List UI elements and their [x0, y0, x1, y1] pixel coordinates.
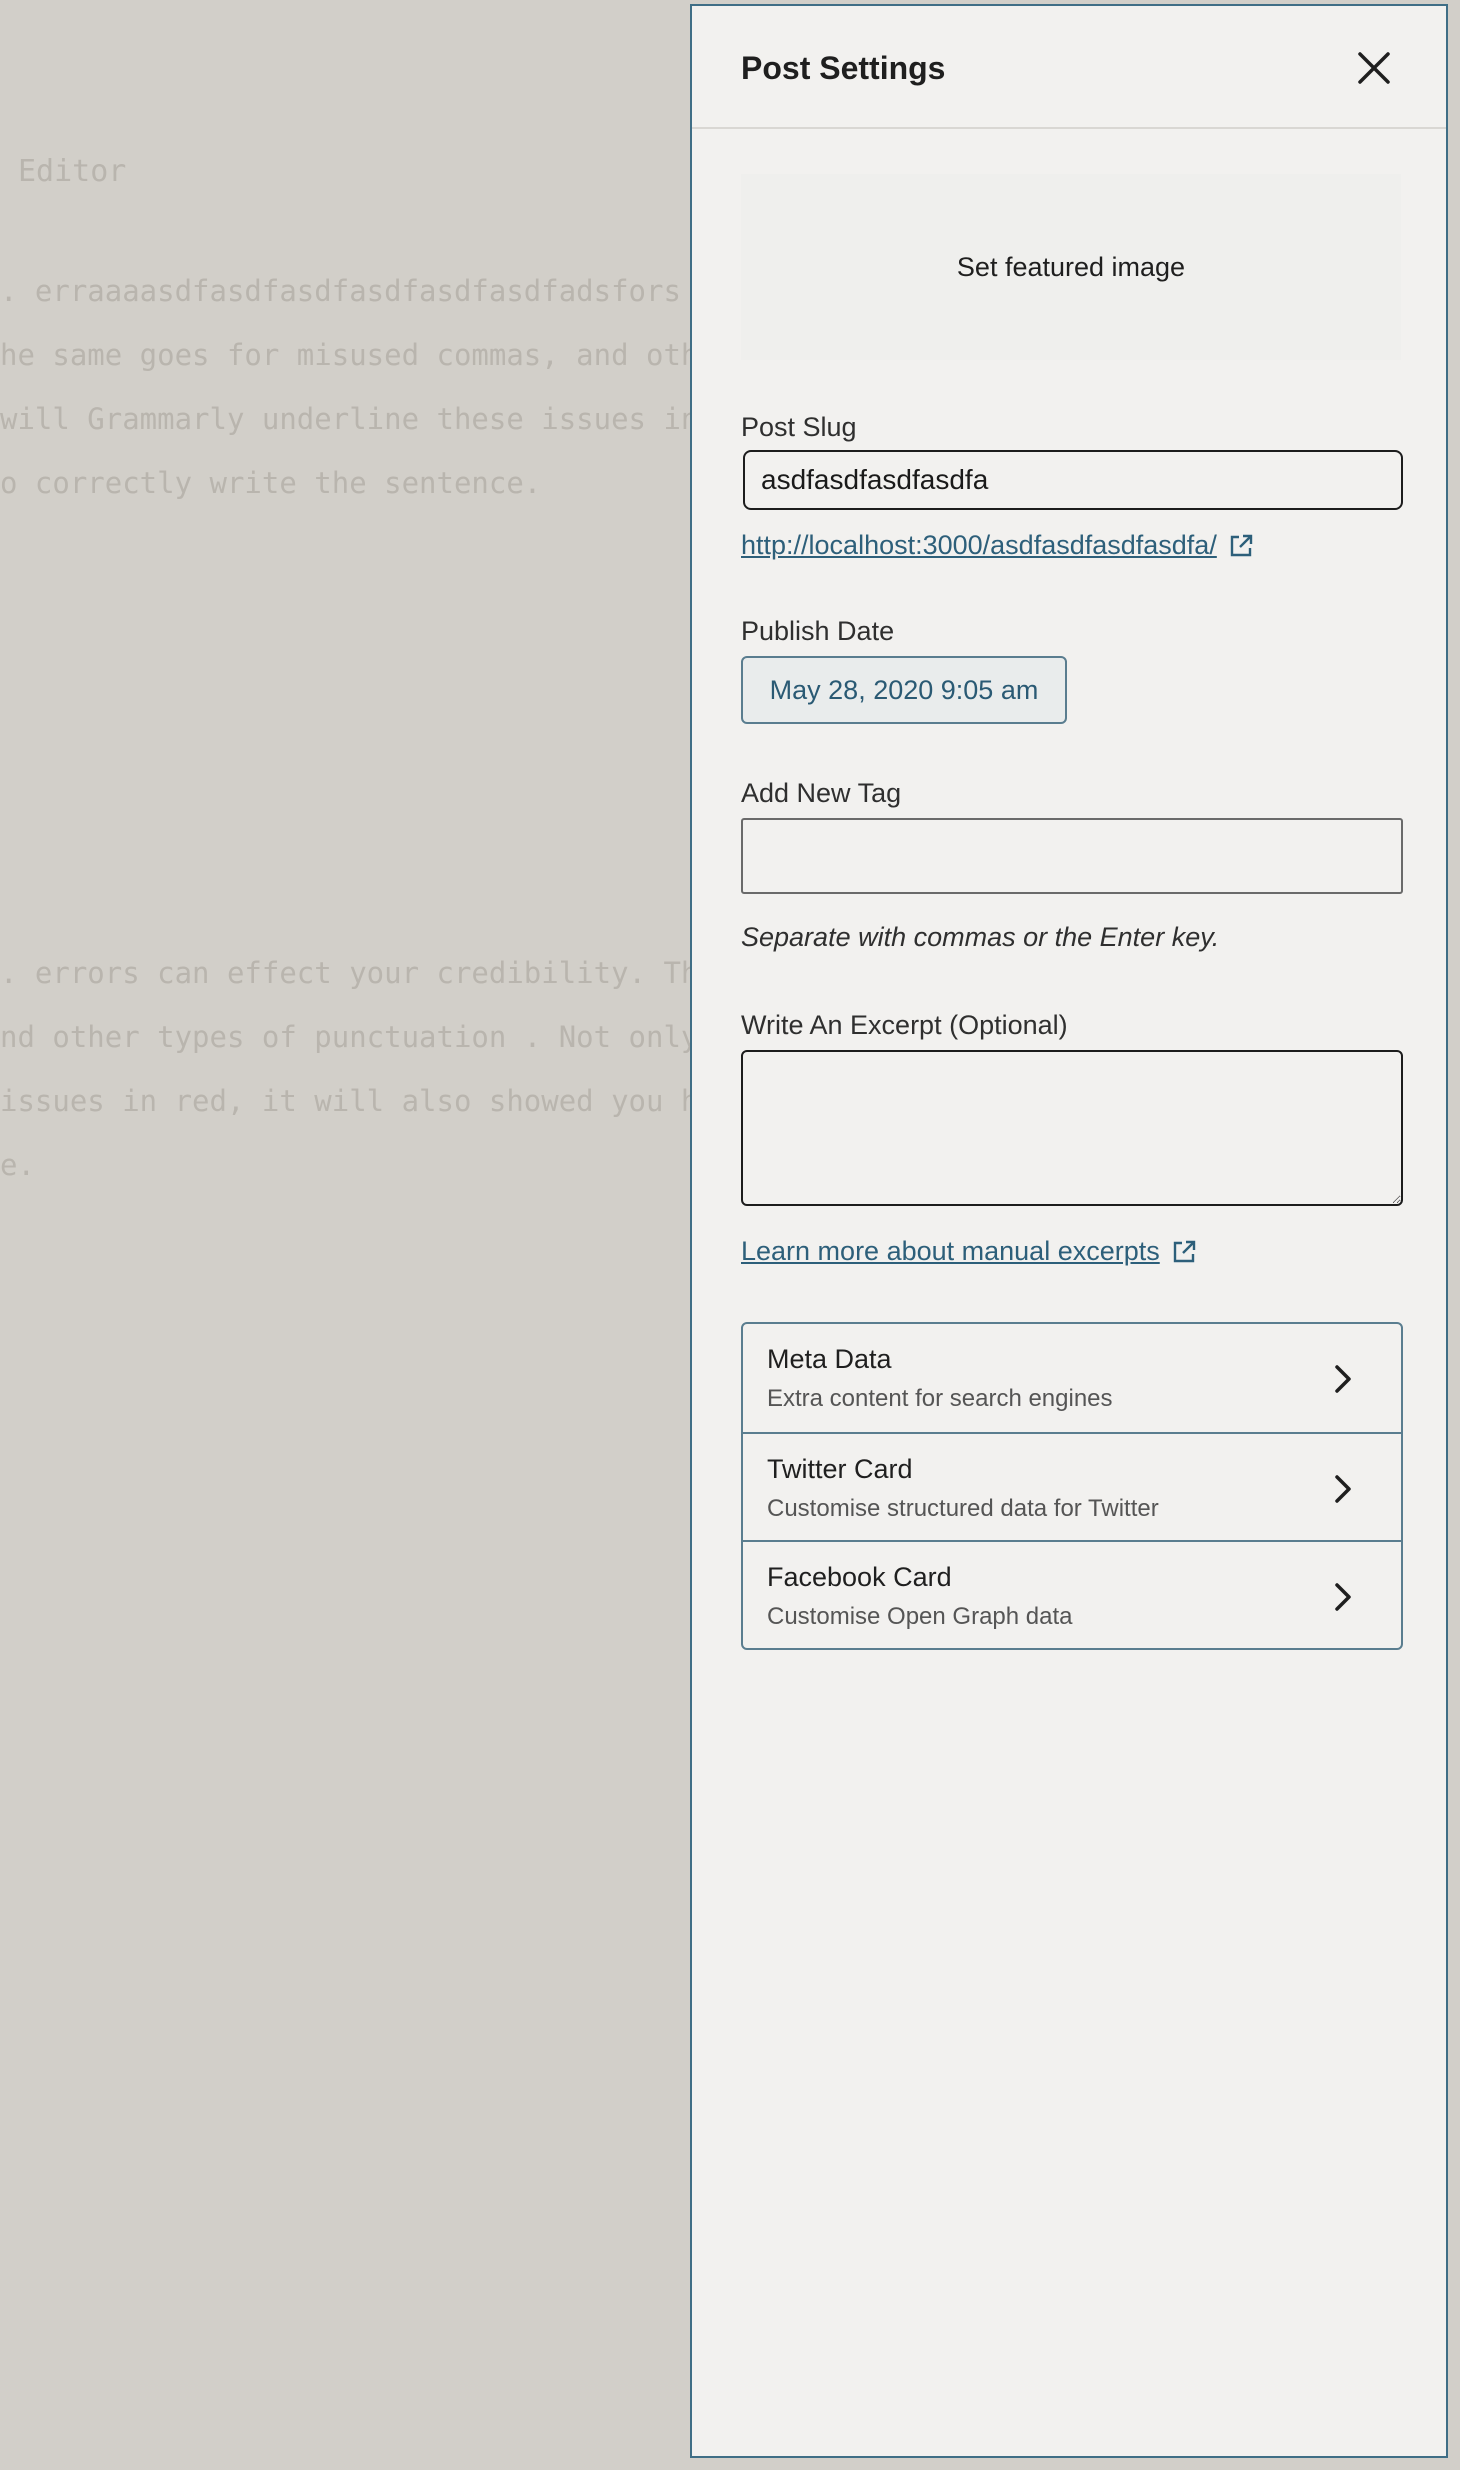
section-subtitle: Customise structured data for Twitter	[767, 1495, 1159, 1522]
post-url-link[interactable]: http://localhost:3000/asdfasdfasdfasdfa/	[741, 530, 1255, 561]
editor-text-line: will Grammarly underline these issues in	[0, 402, 690, 436]
facebook-card-section[interactable]: Facebook Card Customise Open Graph data	[743, 1540, 1401, 1648]
chevron-right-icon	[1335, 1475, 1351, 1503]
publish-date-label: Publish Date	[741, 616, 895, 646]
panel-title: Post Settings	[741, 50, 946, 86]
chevron-right-icon	[1335, 1365, 1351, 1393]
tag-hint: Separate with commas or the Enter key.	[741, 922, 1220, 952]
editor-text-line: he same goes for misused commas, and oth…	[0, 338, 690, 372]
editor-text-line: e.	[0, 1148, 35, 1182]
chevron-right-icon	[1335, 1583, 1351, 1611]
excerpt-textarea[interactable]	[741, 1050, 1403, 1206]
editor-title-fragment: Editor	[18, 154, 127, 189]
close-button[interactable]	[1350, 44, 1398, 92]
add-tag-input[interactable]	[741, 818, 1403, 894]
section-title: Twitter Card	[767, 1454, 913, 1484]
featured-image-label: Set featured image	[956, 251, 1186, 282]
learn-excerpts-link[interactable]: Learn more about manual excerpts	[741, 1236, 1198, 1267]
post-slug-label: Post Slug	[741, 412, 857, 442]
twitter-card-section[interactable]: Twitter Card Customise structured data f…	[743, 1432, 1401, 1540]
editor-text-line: nd other types of punctuation . Not only	[0, 1020, 690, 1054]
learn-excerpts-text: Learn more about manual excerpts	[741, 1236, 1160, 1266]
external-link-icon	[1173, 1240, 1195, 1262]
section-subtitle: Extra content for search engines	[767, 1385, 1113, 1412]
panel-header: Post Settings	[692, 6, 1446, 129]
editor-text-line: issues in red, it will also showed you h…	[0, 1084, 690, 1118]
external-link-icon	[1230, 534, 1253, 556]
editor-screen: Editor . erraaaasdfasdfasdfasdfasdfasdfa…	[0, 0, 1460, 2470]
close-icon	[1358, 52, 1390, 84]
section-title: Facebook Card	[767, 1562, 952, 1592]
editor-text-line: . errors can effect your credibility. Th…	[0, 956, 690, 990]
set-featured-image-button[interactable]: Set featured image	[741, 174, 1401, 360]
excerpt-label: Write An Excerpt (Optional)	[741, 1010, 1068, 1040]
background-editor: Editor . erraaaasdfasdfasdfasdfasdfasdfa…	[0, 0, 690, 2470]
add-tag-label: Add New Tag	[741, 778, 902, 808]
meta-data-section[interactable]: Meta Data Extra content for search engin…	[743, 1324, 1401, 1432]
post-slug-input[interactable]	[743, 450, 1403, 510]
post-settings-panel: Post Settings Set featured image Post Sl…	[690, 4, 1448, 2458]
publish-date-button[interactable]: May 28, 2020 9:05 am	[741, 656, 1067, 724]
section-subtitle: Customise Open Graph data	[767, 1603, 1073, 1630]
settings-sections-list: Meta Data Extra content for search engin…	[741, 1322, 1403, 1650]
publish-date-value: May 28, 2020 9:05 am	[769, 674, 1039, 705]
editor-text-line: o correctly write the sentence.	[0, 466, 542, 500]
section-title: Meta Data	[767, 1344, 892, 1374]
editor-text-line: . erraaaasdfasdfasdfasdfasdfasdfadsfors …	[0, 274, 690, 308]
post-url-text: http://localhost:3000/asdfasdfasdfasdfa/	[741, 530, 1217, 560]
